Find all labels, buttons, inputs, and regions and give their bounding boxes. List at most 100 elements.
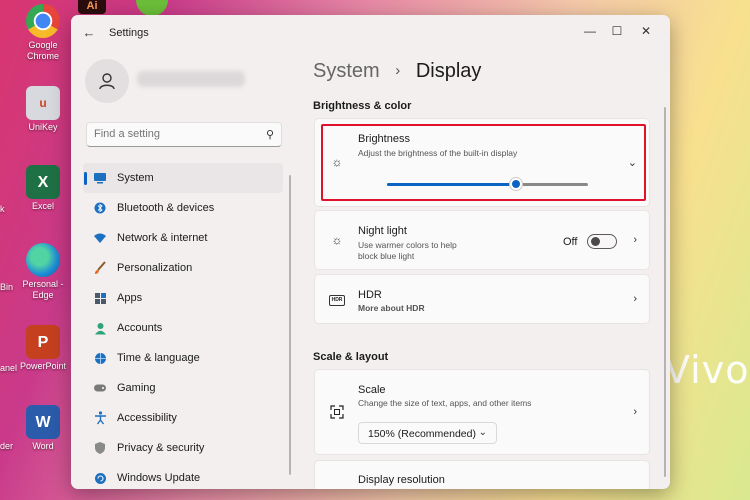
- update-icon: [93, 471, 107, 485]
- powerpoint-icon: P: [26, 325, 60, 359]
- person-icon: [93, 321, 107, 335]
- desktop-icon-label: Excel: [31, 201, 54, 211]
- controller-icon: [93, 381, 107, 395]
- sidebar-item-time-language[interactable]: Time & language: [83, 343, 283, 373]
- scale-title: Scale: [358, 384, 386, 396]
- desktop-edge-label: der: [0, 441, 14, 451]
- sidebar-item-label: Windows Update: [117, 472, 201, 484]
- night-light-icon: ☼: [331, 233, 343, 247]
- hdr-icon: HDR: [329, 295, 345, 306]
- sidebar-item-label: Gaming: [117, 382, 156, 394]
- back-arrow-icon[interactable]: ←: [80, 24, 98, 42]
- app-icon-partial[interactable]: [136, 0, 168, 16]
- chevron-right-icon: ›: [395, 62, 401, 79]
- profile-name-blurred: [137, 71, 245, 87]
- display-resolution-card[interactable]: Display resolution: [314, 460, 650, 489]
- chevron-right-icon[interactable]: ›: [633, 234, 637, 246]
- sidebar-nav: System Bluetooth & devices Network & int…: [83, 163, 283, 489]
- search-box[interactable]: ⚲: [86, 122, 282, 147]
- sidebar-item-label: Time & language: [117, 352, 200, 364]
- desktop-icon-excel[interactable]: X Excel: [17, 165, 69, 212]
- minimize-button[interactable]: —: [575, 20, 605, 42]
- display-resolution-title: Display resolution: [358, 474, 445, 486]
- night-light-state: Off: [563, 236, 578, 248]
- sidebar-item-gaming[interactable]: Gaming: [83, 373, 283, 403]
- desktop-edge-label: k: [0, 204, 5, 214]
- night-light-subtitle-line1: Use warmer colors to help: [358, 240, 457, 250]
- accessibility-icon: [93, 411, 107, 425]
- sidebar-scrollbar[interactable]: [289, 175, 291, 475]
- scale-dropdown-value: 150% (Recommended): [368, 428, 476, 440]
- section-heading-brightness-color: Brightness & color: [313, 100, 412, 112]
- close-button[interactable]: ✕: [631, 20, 661, 42]
- avatar[interactable]: [85, 59, 129, 103]
- desktop-icon-powerpoint[interactable]: P PowerPoint: [17, 325, 69, 372]
- edge-icon: [26, 243, 60, 277]
- apps-icon: [93, 291, 107, 305]
- sidebar-item-system[interactable]: System: [83, 163, 283, 193]
- sidebar-item-network[interactable]: Network & internet: [83, 223, 283, 253]
- chevron-right-icon[interactable]: ›: [633, 406, 637, 418]
- scale-card[interactable]: Scale Change the size of text, apps, and…: [314, 369, 650, 455]
- night-light-title: Night light: [358, 225, 407, 237]
- desktop-icon-label: Google Chrome: [26, 40, 59, 61]
- highlight-box: [321, 124, 646, 201]
- scale-dropdown[interactable]: 150% (Recommended) ⌄: [358, 422, 497, 444]
- sidebar-item-accessibility[interactable]: Accessibility: [83, 403, 283, 433]
- breadcrumb: System › Display: [313, 60, 481, 83]
- desktop-icon-label: UniKey: [28, 122, 58, 132]
- main-scrollbar[interactable]: [664, 107, 666, 477]
- desktop-icon-label: Word: [32, 441, 54, 451]
- search-input[interactable]: [94, 128, 254, 140]
- sidebar-item-privacy-security[interactable]: Privacy & security: [83, 433, 283, 463]
- scale-subtitle: Change the size of text, apps, and other…: [358, 398, 532, 408]
- resize-icon: [329, 405, 345, 422]
- desktop-icon-word[interactable]: W Word: [17, 405, 69, 452]
- unikey-icon: u: [26, 86, 60, 120]
- desktop-edge-label: Bin: [0, 282, 14, 292]
- desktop-icon-edge[interactable]: Personal - Edge: [17, 243, 69, 301]
- sidebar-item-label: Bluetooth & devices: [117, 202, 215, 214]
- person-icon: [99, 73, 115, 90]
- window-title: Settings: [109, 27, 149, 39]
- sidebar-item-label: Personalization: [117, 262, 193, 274]
- wifi-icon: [93, 231, 107, 245]
- monitor-icon: [93, 171, 107, 185]
- brush-icon: [93, 261, 107, 275]
- chevron-down-icon: ⌄: [478, 427, 487, 438]
- night-light-toggle[interactable]: [587, 234, 617, 249]
- night-light-subtitle-line2: block blue light: [358, 251, 415, 261]
- hdr-card[interactable]: HDR HDR More about HDR ›: [314, 274, 650, 324]
- shield-icon: [93, 441, 107, 455]
- title-bar[interactable]: ← Settings — ☐ ✕: [71, 15, 670, 51]
- breadcrumb-parent[interactable]: System: [313, 60, 380, 82]
- sidebar-item-label: Accounts: [117, 322, 163, 334]
- sidebar-item-accounts[interactable]: Accounts: [83, 313, 283, 343]
- sidebar-item-label: Network & internet: [117, 232, 208, 244]
- chrome-icon: [26, 4, 60, 38]
- sidebar-item-label: System: [117, 172, 154, 184]
- word-icon: W: [26, 405, 60, 439]
- sidebar-item-label: Apps: [117, 292, 143, 304]
- sidebar-item-personalization[interactable]: Personalization: [83, 253, 283, 283]
- sidebar-item-bluetooth[interactable]: Bluetooth & devices: [83, 193, 283, 223]
- maximize-button[interactable]: ☐: [602, 20, 632, 42]
- bluetooth-icon: [93, 201, 107, 215]
- sidebar-item-windows-update[interactable]: Windows Update: [83, 463, 283, 489]
- desktop-icon-chrome[interactable]: Google Chrome: [17, 4, 69, 62]
- desktop-icon-label: Personal - Edge: [22, 279, 64, 300]
- more-about-hdr-link[interactable]: More about HDR: [358, 303, 425, 314]
- sidebar-item-apps[interactable]: Apps: [83, 283, 283, 313]
- excel-icon: X: [26, 165, 60, 199]
- search-icon[interactable]: ⚲: [266, 128, 274, 141]
- section-heading-scale-layout: Scale & layout: [313, 351, 389, 363]
- chevron-right-icon[interactable]: ›: [633, 293, 637, 305]
- sidebar-item-label: Privacy & security: [117, 442, 205, 454]
- illustrator-app-icon[interactable]: Ai: [78, 0, 106, 14]
- page-title: Display: [415, 60, 482, 82]
- globe-icon: [93, 351, 107, 365]
- hdr-title: HDR: [358, 289, 382, 301]
- desktop-icon-label: PowerPoint: [19, 361, 67, 371]
- desktop-icon-unikey[interactable]: u UniKey: [17, 86, 69, 133]
- sidebar-item-label: Accessibility: [117, 412, 177, 424]
